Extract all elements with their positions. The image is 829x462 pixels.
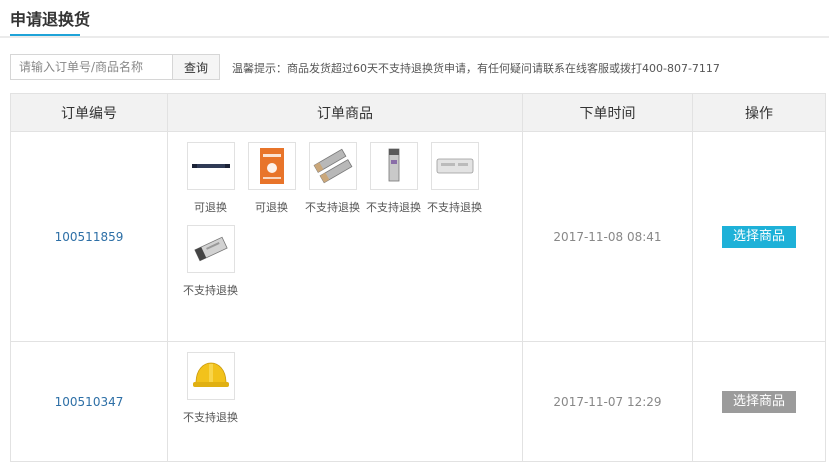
cable-icon <box>186 142 235 190</box>
goods-list: 不支持退换 <box>180 352 510 435</box>
orders-table: 订单编号 订单商品 下单时间 操作 100511859 可退换 可退换 不支持退… <box>10 93 826 462</box>
title-bar: 申请退换货 <box>0 0 829 38</box>
goods-cell: 不支持退换 <box>167 341 523 462</box>
order-time: 2017-11-07 12:29 <box>522 341 693 462</box>
product-box-icon <box>247 142 296 190</box>
goods-item[interactable]: 不支持退换 <box>424 142 485 215</box>
goods-status-label: 可退换 <box>255 201 288 214</box>
page: 申请退换货 查询 温馨提示：商品发货超过60天不支持退换货申请，有任何疑问请联系… <box>0 0 829 462</box>
column-header-action: 操作 <box>692 93 826 132</box>
search-button[interactable]: 查询 <box>172 54 220 80</box>
sfp-module-icon <box>369 142 418 190</box>
goods-status-label: 不支持退换 <box>427 201 482 214</box>
table-row: 100511859 可退换 可退换 不支持退换 不支持退换 不支持退换 不支持退… <box>10 131 826 342</box>
goods-status-label: 不支持退换 <box>183 411 238 424</box>
goods-item[interactable]: 不支持退换 <box>180 352 241 425</box>
page-title: 申请退换货 <box>10 10 91 29</box>
goods-status-label: 可退换 <box>194 201 227 214</box>
sfp-transceiver-icon <box>186 225 235 273</box>
goods-item[interactable]: 不支持退换 <box>363 142 424 215</box>
safety-helmet-icon <box>186 352 235 400</box>
select-goods-button[interactable]: 选择商品 <box>722 391 796 413</box>
order-time: 2017-11-08 08:41 <box>522 131 693 342</box>
action-cell: 选择商品 <box>692 131 826 342</box>
table-row: 100510347 不支持退换 2017-11-07 12:29 选择商品 <box>10 341 826 462</box>
goods-item[interactable]: 可退换 <box>180 142 241 215</box>
select-goods-button[interactable]: 选择商品 <box>722 226 796 248</box>
transceiver-module-icon <box>308 142 357 190</box>
goods-list: 可退换 可退换 不支持退换 不支持退换 不支持退换 不支持退换 <box>180 142 510 308</box>
table-header-row: 订单编号 订单商品 下单时间 操作 <box>10 93 826 132</box>
goods-status-label: 不支持退换 <box>366 201 421 214</box>
column-header-order-time: 下单时间 <box>522 93 693 132</box>
goods-status-label: 不支持退换 <box>305 201 360 214</box>
goods-item[interactable]: 不支持退换 <box>180 225 241 298</box>
column-header-goods: 订单商品 <box>167 93 523 132</box>
goods-item[interactable]: 可退换 <box>241 142 302 215</box>
order-id[interactable]: 100510347 <box>10 341 168 462</box>
tip-text: 温馨提示：商品发货超过60天不支持退换货申请，有任何疑问请联系在线客服或拨打40… <box>232 62 720 75</box>
action-cell: 选择商品 <box>692 341 826 462</box>
search-input[interactable] <box>10 54 172 80</box>
power-adapter-icon <box>430 142 479 190</box>
goods-status-label: 不支持退换 <box>183 284 238 297</box>
title-underline <box>10 34 80 36</box>
goods-item[interactable]: 不支持退换 <box>302 142 363 215</box>
goods-cell: 可退换 可退换 不支持退换 不支持退换 不支持退换 不支持退换 <box>167 131 523 342</box>
order-id[interactable]: 100511859 <box>10 131 168 342</box>
column-header-order-id: 订单编号 <box>10 93 168 132</box>
